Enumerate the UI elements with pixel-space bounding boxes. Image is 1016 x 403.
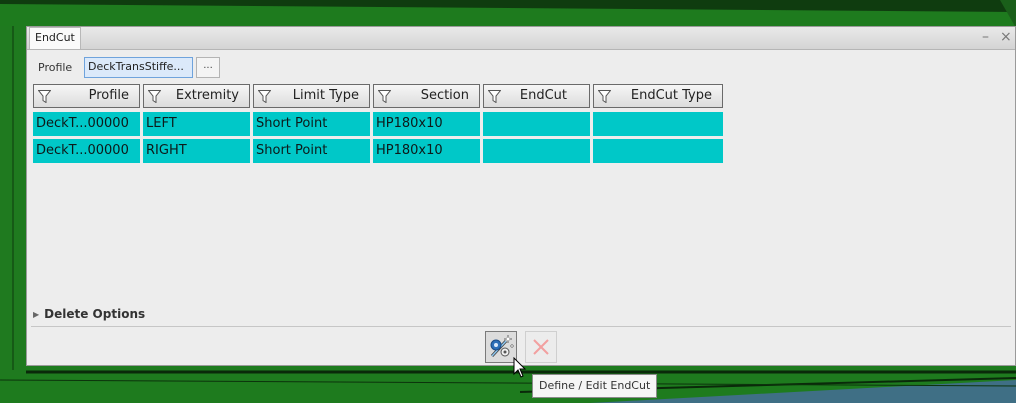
column-header-endcut-type[interactable]: EndCut Type [593,84,723,108]
column-label: Limit Type [292,88,359,103]
table-cell[interactable]: HP180x10 [373,139,480,163]
filter-icon[interactable] [598,90,611,103]
column-label: Section [420,88,469,103]
tooltip: Define / Edit EndCut [532,374,658,398]
filter-icon[interactable] [38,90,51,103]
table-cell[interactable]: DeckT...00000 [33,139,140,163]
browse-button[interactable]: ... [196,57,220,78]
mouse-cursor-icon [513,357,527,378]
column-label: EndCut [519,88,567,103]
column-header-profile[interactable]: Profile [33,84,140,108]
filter-icon[interactable] [258,90,271,103]
expand-arrow-icon: ▶ [33,310,40,319]
table-cell[interactable] [593,139,723,163]
delete-options-expander[interactable]: ▶ Delete Options [33,307,145,321]
profile-field[interactable]: DeckTransStiffe... [84,57,193,78]
table-cell[interactable]: HP180x10 [373,112,480,136]
tab-endcut[interactable]: EndCut [29,27,81,49]
divider [31,326,1011,327]
minimize-icon[interactable]: – [982,27,989,47]
column-label: Extremity [175,88,239,103]
table-cell[interactable]: LEFT [143,112,250,136]
column-header-section[interactable]: Section [373,84,480,108]
endcut-panel: EndCut – × Profile DeckTransStiffe... ..… [26,26,1016,366]
close-icon [533,339,549,355]
table-cell[interactable]: RIGHT [143,139,250,163]
table-cell[interactable]: Short Point [253,139,370,163]
filter-icon[interactable] [378,90,391,103]
column-header-limit-type[interactable]: Limit Type [253,84,370,108]
column-label: EndCut Type [630,88,712,103]
profile-label: Profile [38,61,73,74]
filter-icon[interactable] [148,90,161,103]
table-cell[interactable] [483,139,590,163]
panel-titlebar: EndCut – × [27,27,1015,50]
close-panel-icon[interactable]: × [1000,27,1012,47]
column-header-endcut[interactable]: EndCut [483,84,590,108]
table-cell[interactable]: Short Point [253,112,370,136]
delete-options-label: Delete Options [44,307,146,321]
column-header-extremity[interactable]: Extremity [143,84,250,108]
table-cell[interactable] [483,112,590,136]
table-cell[interactable] [593,112,723,136]
table-cell[interactable]: DeckT...00000 [33,112,140,136]
filter-icon[interactable] [488,90,501,103]
cancel-button[interactable] [525,331,557,363]
wand-gear-icon [490,334,515,358]
column-label: Profile [88,88,129,103]
